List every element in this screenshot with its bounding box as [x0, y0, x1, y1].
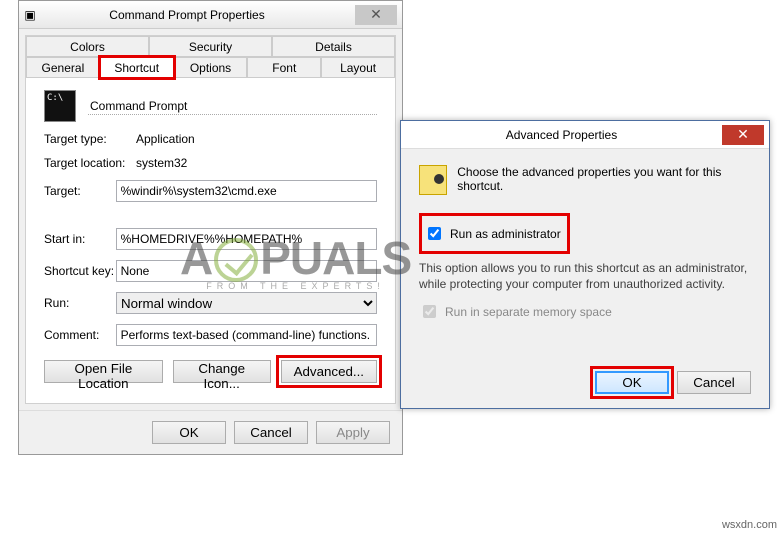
- shortcut-name-input[interactable]: [88, 98, 377, 115]
- change-icon-button[interactable]: Change Icon...: [173, 360, 271, 383]
- tab-layout[interactable]: Layout: [321, 57, 395, 78]
- tab-shortcut[interactable]: Shortcut: [100, 57, 174, 78]
- run-separate-label: Run in separate memory space: [445, 305, 612, 319]
- tab-colors[interactable]: Colors: [26, 36, 149, 57]
- titlebar[interactable]: ▣ Command Prompt Properties ✕: [19, 1, 402, 29]
- cancel-button[interactable]: Cancel: [234, 421, 308, 444]
- window-title: Advanced Properties: [401, 128, 722, 142]
- target-location-value: system32: [136, 156, 377, 170]
- tab-container: Colors Security Details General Shortcut…: [25, 35, 396, 404]
- ok-button[interactable]: OK: [152, 421, 226, 444]
- apply-button[interactable]: Apply: [316, 421, 390, 444]
- tab-security[interactable]: Security: [149, 36, 272, 57]
- run-separate-checkbox: Run in separate memory space: [419, 302, 751, 321]
- shortcut-icon: [419, 165, 447, 195]
- comment-label: Comment:: [44, 328, 116, 342]
- target-type-value: Application: [136, 132, 377, 146]
- tab-general[interactable]: General: [26, 57, 100, 78]
- target-location-label: Target location:: [44, 156, 136, 170]
- run-as-admin-label: Run as administrator: [450, 227, 561, 241]
- shortcut-key-input[interactable]: [116, 260, 377, 282]
- close-icon[interactable]: ✕: [355, 5, 397, 25]
- command-prompt-properties-window: ▣ Command Prompt Properties ✕ Colors Sec…: [18, 0, 403, 455]
- titlebar[interactable]: Advanced Properties ✕: [401, 121, 769, 149]
- tab-options[interactable]: Options: [174, 57, 248, 78]
- run-select[interactable]: Normal window: [116, 292, 377, 314]
- run-as-admin-description: This option allows you to run this short…: [419, 260, 751, 292]
- comment-input[interactable]: [116, 324, 377, 346]
- run-separate-input: [423, 305, 436, 318]
- start-in-label: Start in:: [44, 232, 116, 246]
- run-as-admin-checkbox[interactable]: Run as administrator: [424, 224, 561, 243]
- open-file-location-button[interactable]: Open File Location: [44, 360, 163, 383]
- start-in-input[interactable]: [116, 228, 377, 250]
- ok-button[interactable]: OK: [595, 371, 669, 394]
- advanced-button[interactable]: Advanced...: [281, 360, 377, 383]
- shortcut-key-label: Shortcut key:: [44, 264, 116, 278]
- target-type-label: Target type:: [44, 132, 136, 146]
- tab-details[interactable]: Details: [272, 36, 395, 57]
- run-as-admin-input[interactable]: [428, 227, 441, 240]
- cancel-button[interactable]: Cancel: [677, 371, 751, 394]
- app-icon-small: ▣: [19, 8, 41, 22]
- target-input[interactable]: [116, 180, 377, 202]
- tab-font[interactable]: Font: [247, 57, 321, 78]
- image-credit: wsxdn.com: [722, 519, 777, 531]
- advanced-properties-dialog: Advanced Properties ✕ Choose the advance…: [400, 120, 770, 409]
- close-icon[interactable]: ✕: [722, 125, 764, 145]
- target-label: Target:: [44, 184, 116, 198]
- dialog-description: Choose the advanced properties you want …: [457, 165, 751, 193]
- window-title: Command Prompt Properties: [41, 8, 355, 22]
- cmd-icon: [44, 90, 76, 122]
- run-label: Run:: [44, 296, 116, 310]
